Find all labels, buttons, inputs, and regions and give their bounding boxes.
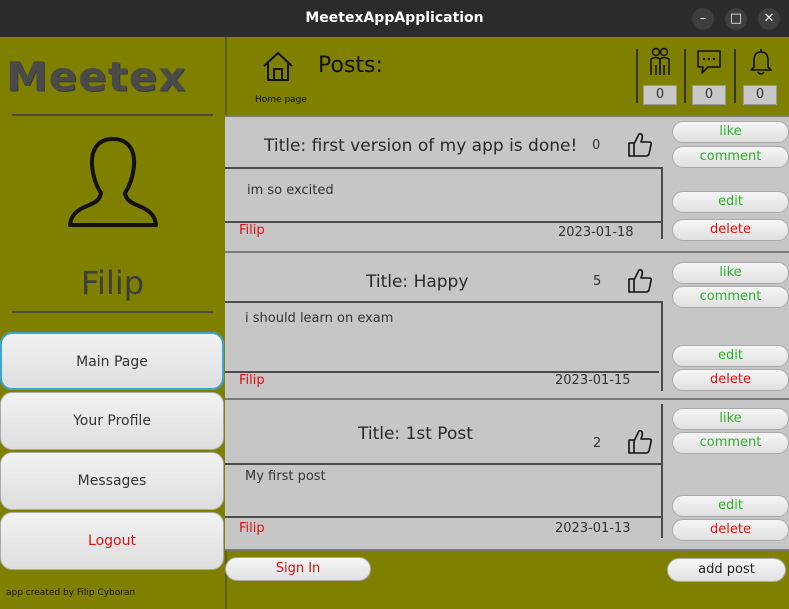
nav-messages-button[interactable]: Messages — [0, 452, 224, 510]
edit-button[interactable]: edit — [672, 345, 789, 367]
comment-button[interactable]: comment — [672, 146, 789, 168]
post-date: 2023-01-15 — [555, 373, 631, 388]
divider — [12, 114, 213, 116]
post-title: Title: 1st Post — [358, 424, 473, 444]
profile-username: Filip — [80, 264, 145, 302]
edit-button[interactable]: edit — [672, 191, 789, 213]
comment-button[interactable]: comment — [672, 286, 789, 308]
post-title: Title: Happy — [366, 272, 469, 292]
close-button[interactable]: ✕ — [758, 8, 780, 30]
divider — [225, 463, 663, 465]
post-separator — [225, 549, 789, 551]
divider — [225, 301, 663, 303]
post-title: Title: first version of my app is done! — [264, 136, 578, 156]
thumbs-up-icon — [628, 268, 653, 293]
post-author[interactable]: Filip — [239, 373, 265, 388]
post-like-count: 0 — [592, 138, 601, 153]
divider — [12, 311, 213, 313]
post-date: 2023-01-18 — [558, 225, 634, 240]
comment-button[interactable]: comment — [672, 432, 789, 454]
divider — [661, 167, 663, 239]
credit-text: app created by Filip Cyboran — [6, 588, 136, 598]
minimize-button[interactable]: – — [692, 8, 714, 30]
window-titlebar: MeetexAppApplication – □ ✕ — [0, 0, 789, 37]
delete-button[interactable]: delete — [672, 219, 789, 241]
post-author[interactable]: Filip — [239, 521, 265, 536]
sign-in-button[interactable]: Sign In — [225, 557, 371, 581]
window-title: MeetexAppApplication — [305, 10, 484, 26]
user-avatar-icon — [68, 137, 158, 227]
add-post-button[interactable]: add post — [667, 558, 786, 582]
divider — [225, 167, 663, 169]
friends-counter: 0 — [643, 85, 677, 105]
delete-button[interactable]: delete — [672, 369, 789, 391]
thumbs-up-icon — [628, 429, 653, 454]
post-like-count: 2 — [593, 436, 602, 451]
delete-button[interactable]: delete — [672, 519, 789, 541]
divider — [661, 404, 663, 538]
bell-icon[interactable] — [748, 47, 774, 77]
post-like-count: 5 — [593, 274, 602, 289]
divider — [225, 221, 663, 223]
post-date: 2023-01-13 — [555, 521, 631, 536]
post-author[interactable]: Filip — [239, 223, 265, 238]
post-card: Title: first version of my app is done! … — [225, 117, 789, 252]
like-button[interactable]: like — [672, 262, 789, 284]
maximize-button[interactable]: □ — [725, 8, 747, 30]
like-button[interactable]: like — [672, 408, 789, 430]
edit-button[interactable]: edit — [672, 495, 789, 517]
post-body: im so excited — [247, 183, 334, 198]
nav-your-profile-button[interactable]: Your Profile — [0, 392, 224, 450]
divider — [734, 49, 736, 103]
post-body: i should learn on exam — [245, 311, 394, 326]
post-card: Title: 1st Post 2 My first post Filip 20… — [225, 400, 789, 550]
messages-counter: 0 — [692, 85, 726, 105]
thumbs-up-icon — [628, 132, 653, 157]
divider — [684, 49, 686, 103]
logout-button[interactable]: Logout — [0, 512, 224, 570]
divider — [661, 301, 663, 391]
sidebar: Meetex Filip Main Page Your Profile Mess… — [0, 37, 225, 609]
nav-main-page-button[interactable]: Main Page — [0, 332, 224, 390]
messages-icon[interactable] — [696, 47, 722, 77]
divider — [636, 49, 638, 103]
home-page-label: Home page — [255, 95, 307, 105]
home-icon[interactable] — [262, 50, 294, 82]
page-title: Posts: — [318, 53, 383, 78]
post-body: My first post — [245, 469, 326, 484]
friends-icon[interactable] — [647, 47, 673, 77]
notifications-counter: 0 — [743, 85, 777, 105]
app-window: Meetex Filip Main Page Your Profile Mess… — [0, 37, 789, 609]
app-logo: Meetex — [6, 53, 187, 100]
divider — [225, 516, 663, 518]
like-button[interactable]: like — [672, 121, 789, 143]
post-card: Title: Happy 5 i should learn on exam Fi… — [225, 253, 789, 399]
